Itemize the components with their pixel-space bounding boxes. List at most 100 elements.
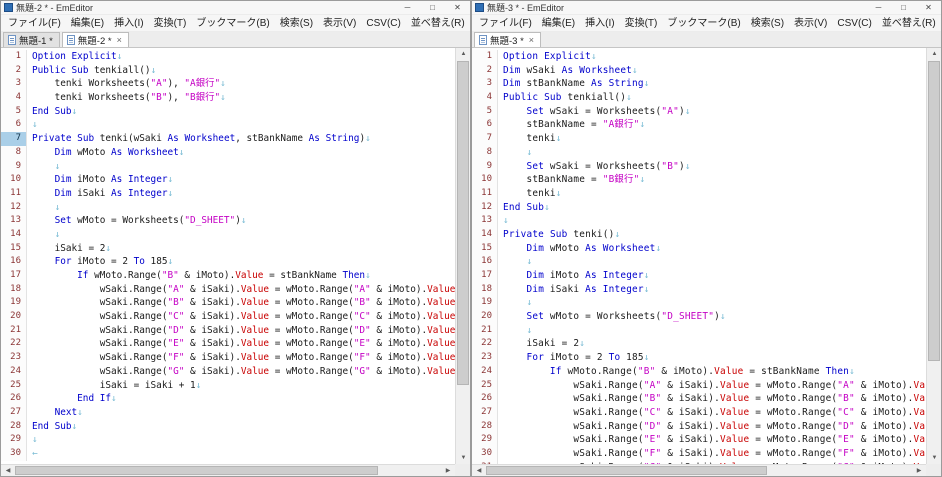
line-number: 20 [1, 310, 27, 324]
scroll-down-icon[interactable]: ▼ [927, 452, 942, 464]
tab-close-icon[interactable]: × [117, 35, 122, 45]
line-number: 13 [472, 214, 498, 228]
code-line: 16 For iMoto = 2 To 185↓ [1, 255, 455, 269]
menu-bar: ファイル(F)編集(E)挿入(I)変換(T)ブックマーク(B)検索(S)表示(V… [472, 15, 941, 32]
code-line: 8 ↓ [472, 146, 926, 160]
line-number: 18 [472, 283, 498, 297]
line-text: ↓ [498, 324, 532, 338]
scroll-left-icon[interactable]: ◀ [1, 465, 15, 477]
vertical-scroll-thumb[interactable] [928, 61, 940, 361]
code-line: 8 Dim wMoto As Worksheet↓ [1, 146, 455, 160]
line-text: Dim iMoto As Integer↓ [498, 269, 650, 283]
code-line: 4 tenki Worksheets("B"), "B銀行"↓ [1, 91, 455, 105]
menu-item[interactable]: 変換(T) [149, 15, 192, 32]
menu-item[interactable]: 表示(V) [789, 15, 832, 32]
line-number: 17 [472, 269, 498, 283]
tab-close-icon[interactable]: × [529, 35, 534, 45]
menu-item[interactable]: 並べ替え(R) [877, 15, 941, 32]
code-line: 30 wSaki.Range("F" & iSaki).Value = wMot… [472, 447, 926, 461]
scroll-left-icon[interactable]: ◀ [472, 465, 486, 477]
line-text: ↓ [498, 146, 532, 160]
line-text: ↓ [27, 228, 60, 242]
menu-item[interactable]: 挿入(I) [580, 15, 619, 32]
code-line: 23 For iMoto = 2 To 185↓ [472, 351, 926, 365]
line-number: 26 [1, 392, 27, 406]
menu-item[interactable]: 検索(S) [275, 15, 318, 32]
code-line: 19 ↓ [472, 296, 926, 310]
maximize-button[interactable]: □ [420, 1, 445, 15]
scroll-up-icon[interactable]: ▲ [456, 48, 471, 60]
line-text: Set wSaki = Worksheets("B")↓ [498, 160, 691, 174]
code-line: 21 ↓ [472, 324, 926, 338]
line-text: iSaki = 2↓ [498, 337, 585, 351]
minimize-button[interactable]: ─ [395, 1, 420, 15]
code-line: 27 wSaki.Range("C" & iSaki).Value = wMot… [472, 406, 926, 420]
menu-item[interactable]: 表示(V) [318, 15, 361, 32]
vertical-scrollbar[interactable]: ▲ ▼ [926, 48, 941, 464]
vertical-scrollbar[interactable]: ▲ ▼ [455, 48, 470, 464]
code-line: 23 wSaki.Range("F" & iSaki).Value = wMot… [1, 351, 455, 365]
line-text: Next↓ [27, 406, 83, 420]
menu-item[interactable]: ファイル(F) [3, 15, 66, 32]
horizontal-scrollbar[interactable]: ◀ ▶ [1, 464, 455, 476]
close-button[interactable]: ✕ [916, 1, 941, 15]
code-line: 9 ↓ [1, 160, 455, 174]
line-number: 17 [1, 269, 27, 283]
menu-item[interactable]: ファイル(F) [474, 15, 537, 32]
menu-item[interactable]: 変換(T) [620, 15, 663, 32]
line-text: Dim wSaki As Worksheet↓ [498, 64, 638, 78]
horizontal-scrollbar[interactable]: ◀ ▶ [472, 464, 926, 476]
menu-item[interactable]: 並べ替え(R) [406, 15, 470, 32]
menu-item[interactable]: CSV(C) [361, 15, 405, 32]
code-line: 12 ↓ [1, 201, 455, 215]
menu-item[interactable]: ブックマーク(B) [191, 15, 274, 32]
vertical-scroll-thumb[interactable] [457, 61, 469, 385]
line-text: ↓ [27, 201, 60, 215]
menu-item[interactable]: CSV(C) [832, 15, 876, 32]
minimize-button[interactable]: ─ [866, 1, 891, 15]
scroll-down-icon[interactable]: ▼ [456, 452, 471, 464]
line-text: wSaki.Range("F" & iSaki).Value = wMoto.R… [27, 351, 455, 365]
close-button[interactable]: ✕ [445, 1, 470, 15]
code-line: 6↓ [1, 118, 455, 132]
code-line: 21 wSaki.Range("D" & iSaki).Value = wMot… [1, 324, 455, 338]
code-line: 17 If wMoto.Range("B" & iMoto).Value = s… [1, 269, 455, 283]
line-number: 23 [472, 351, 498, 365]
line-number: 29 [472, 433, 498, 447]
line-number: 24 [472, 365, 498, 379]
line-text: wSaki.Range("A" & iSaki).Value = wMoto.R… [27, 283, 455, 297]
menu-item[interactable]: 挿入(I) [109, 15, 148, 32]
menu-item[interactable]: 編集(E) [66, 15, 109, 32]
code-area[interactable]: 1Option Explicit↓2Dim wSaki As Worksheet… [472, 48, 926, 464]
maximize-button[interactable]: □ [891, 1, 916, 15]
title-bar[interactable]: 無題-2 * - EmEditor ─ □ ✕ [1, 1, 470, 15]
document-tab[interactable]: 無題-3 *× [474, 32, 541, 47]
line-number: 21 [1, 324, 27, 338]
menu-item[interactable]: 検索(S) [746, 15, 789, 32]
line-text: tenki↓ [498, 187, 562, 201]
line-number: 27 [472, 406, 498, 420]
line-number: 25 [1, 379, 27, 393]
line-text: Set wSaki = Worksheets("A")↓ [498, 105, 691, 119]
document-tab[interactable]: 無題-2 *× [62, 32, 129, 47]
window-title: 無題-2 * - EmEditor [16, 1, 395, 14]
menu-item[interactable]: ブックマーク(B) [662, 15, 745, 32]
document-tab[interactable]: 無題-1 * [3, 32, 60, 47]
line-number: 9 [472, 160, 498, 174]
scroll-right-icon[interactable]: ▶ [441, 465, 455, 477]
horizontal-scroll-thumb[interactable] [486, 466, 767, 475]
code-line: 7Private Sub tenki(wSaki As Worksheet, s… [1, 132, 455, 146]
scroll-right-icon[interactable]: ▶ [912, 465, 926, 477]
title-bar[interactable]: 無題-3 * - EmEditor ─ □ ✕ [472, 1, 941, 15]
code-area[interactable]: 1Option Explicit↓2Public Sub tenkiall()↓… [1, 48, 455, 464]
scroll-up-icon[interactable]: ▲ [927, 48, 942, 60]
line-text: wSaki.Range("G" & iSaki).Value = wMoto.R… [27, 365, 455, 379]
line-text: ↓ [27, 433, 38, 447]
menu-item[interactable]: 編集(E) [537, 15, 580, 32]
line-text: Private Sub tenki()↓ [498, 228, 620, 242]
horizontal-scroll-thumb[interactable] [15, 466, 378, 475]
line-text: Option Explicit↓ [498, 50, 597, 64]
line-number: 30 [1, 447, 27, 461]
line-number: 26 [472, 392, 498, 406]
line-text: wSaki.Range("F" & iSaki).Value = wMoto.R… [498, 447, 926, 461]
